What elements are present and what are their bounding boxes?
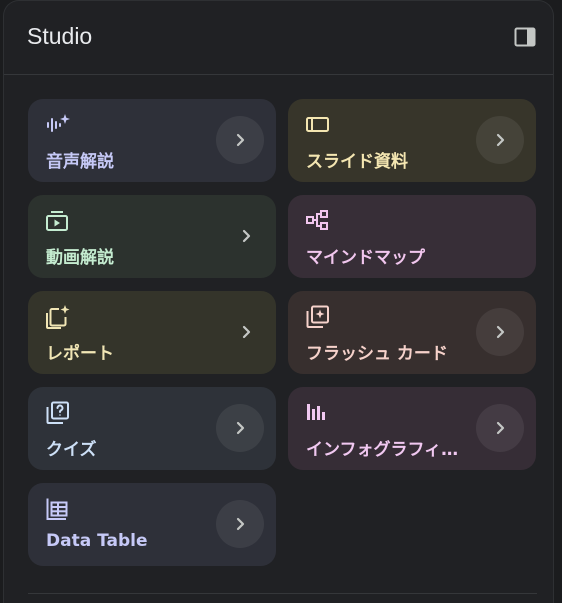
- chevron-right-icon[interactable]: [476, 116, 524, 164]
- chevron-right-icon[interactable]: [216, 116, 264, 164]
- chevron-right-icon[interactable]: [216, 404, 264, 452]
- infographic-card[interactable]: インフォグラフィ…: [288, 387, 536, 470]
- panel-title: Studio: [27, 23, 93, 49]
- card-label: インフォグラフィ…: [306, 440, 459, 460]
- audio-sparkle-icon: [46, 113, 70, 135]
- chevron-right-icon[interactable]: [234, 224, 258, 248]
- report-card[interactable]: レポート: [28, 291, 276, 374]
- chevron-right-icon[interactable]: [476, 404, 524, 452]
- side-panel-icon[interactable]: [513, 25, 537, 49]
- chevron-right-icon[interactable]: [476, 308, 524, 356]
- video-icon: [46, 209, 68, 231]
- card-label: 動画解説: [46, 248, 114, 268]
- slides-icon: [306, 113, 329, 135]
- studio-panel: Studio 音声解説 スライド資料 動画解説 マインドマップ レポート フラッ…: [3, 0, 554, 603]
- card-label: マインドマップ: [306, 248, 425, 268]
- audio-overview-card[interactable]: 音声解説: [28, 99, 276, 182]
- flashcards-card[interactable]: フラッシュ カード: [288, 291, 536, 374]
- mind-map-card[interactable]: マインドマップ: [288, 195, 536, 278]
- table-icon: [46, 497, 68, 520]
- chevron-right-icon[interactable]: [216, 500, 264, 548]
- infographic-icon: [306, 401, 328, 423]
- slides-card[interactable]: スライド資料: [288, 99, 536, 182]
- quiz-icon: [46, 401, 69, 424]
- data-table-card[interactable]: Data Table: [28, 483, 276, 566]
- card-label: Data Table: [46, 531, 148, 551]
- video-overview-card[interactable]: 動画解説: [28, 195, 276, 278]
- chevron-right-icon[interactable]: [234, 320, 258, 344]
- card-label: フラッシュ カード: [306, 344, 448, 364]
- mind-map-icon: [306, 209, 328, 231]
- studio-header: Studio: [4, 1, 553, 75]
- flashcards-icon: [306, 305, 329, 328]
- section-divider: [28, 593, 537, 594]
- report-sparkle-icon: [46, 305, 70, 329]
- card-label: 音声解説: [46, 152, 114, 172]
- card-label: スライド資料: [306, 152, 408, 172]
- card-label: レポート: [46, 344, 114, 364]
- quiz-card[interactable]: クイズ: [28, 387, 276, 470]
- card-label: クイズ: [46, 440, 97, 460]
